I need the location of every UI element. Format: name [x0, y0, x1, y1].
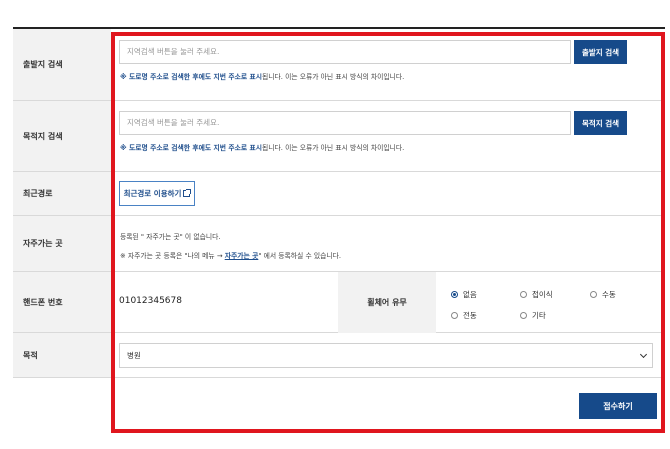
destination-notice: ※ 도로명 주소로 검색한 후에도 지번 주소로 표시됩니다. 이는 오류가 아…: [120, 142, 404, 152]
departure-notice-accent: ※ 도로명 주소로 검색한 후에도 지번 주소로 표시: [120, 73, 262, 81]
wheelchair-option-label: 접이식: [532, 290, 553, 299]
favorites-hint-after: " 에서 등록하실 수 있습니다.: [258, 252, 342, 260]
wheelchair-option-folding[interactable]: 접이식: [520, 289, 553, 300]
radio-icon: [520, 291, 527, 298]
purpose-label: 목적: [13, 333, 111, 378]
favorites-hint-before: ※ 자주가는 곳 등록은 "나의 메뉴 →: [120, 252, 225, 260]
row-divider: [111, 100, 665, 101]
departure-label: 출발지 검색: [13, 29, 111, 101]
favorites-hint: ※ 자주가는 곳 등록은 "나의 메뉴 → 자주가는 곳" 에서 등록하실 수 …: [120, 250, 341, 260]
destination-search-input[interactable]: 지역검색 버튼을 눌러 주세요.: [119, 111, 571, 135]
wheelchair-option-label: 기타: [532, 311, 546, 320]
wheelchair-label: 휠체어 유무: [338, 272, 436, 333]
wheelchair-option-other[interactable]: 기타: [520, 310, 546, 321]
row-divider: [111, 377, 665, 378]
radio-icon: [590, 291, 597, 298]
radio-icon: [451, 312, 458, 319]
departure-notice-rest: 됩니다. 이는 오류가 아닌 표시 방식의 차이입니다.: [261, 73, 405, 81]
departure-notice: ※ 도로명 주소로 검색한 후에도 지번 주소로 표시됩니다. 이는 오류가 아…: [120, 71, 404, 81]
wheelchair-option-label: 없음: [463, 290, 477, 299]
favorites-label: 자주가는 곳: [13, 216, 111, 272]
wheelchair-option-manual[interactable]: 수동: [590, 289, 616, 300]
chevron-down-icon: [639, 350, 648, 359]
submit-button[interactable]: 접수하기: [579, 393, 657, 419]
recent-route-label: 최근경로: [13, 172, 111, 216]
purpose-selected-value: 병원: [127, 351, 141, 360]
phone-number-value: 01012345678: [119, 296, 182, 306]
radio-icon: [520, 312, 527, 319]
destination-label: 목적지 검색: [13, 101, 111, 172]
row-divider: [111, 215, 665, 216]
radio-checked-icon: [451, 291, 458, 298]
recent-route-button[interactable]: 최근경로 이용하기: [119, 181, 195, 206]
recent-route-button-label: 최근경로 이용하기: [123, 189, 182, 198]
departure-search-input[interactable]: 지역검색 버튼을 눌러 주세요.: [119, 40, 571, 64]
destination-notice-rest: 됩니다. 이는 오류가 아닌 표시 방식의 차이입니다.: [261, 144, 405, 152]
row-divider: [111, 171, 665, 172]
wheelchair-option-label: 수동: [602, 290, 616, 299]
favorites-menu-link[interactable]: 자주가는 곳: [225, 252, 259, 260]
destination-search-button[interactable]: 목적지 검색: [574, 111, 627, 135]
destination-notice-accent: ※ 도로명 주소로 검색한 후에도 지번 주소로 표시: [120, 144, 262, 152]
wheelchair-option-label: 전동: [463, 311, 477, 320]
favorites-empty-text: 등록된 " 자주가는 곳" 이 없습니다.: [120, 233, 221, 241]
external-link-icon: [183, 189, 192, 197]
phone-label: 핸드폰 번호: [13, 272, 111, 333]
purpose-select[interactable]: 병원: [119, 343, 653, 368]
wheelchair-option-none[interactable]: 없음: [451, 289, 477, 300]
departure-search-button[interactable]: 출발지 검색: [574, 40, 627, 64]
wheelchair-option-electric[interactable]: 전동: [451, 310, 477, 321]
